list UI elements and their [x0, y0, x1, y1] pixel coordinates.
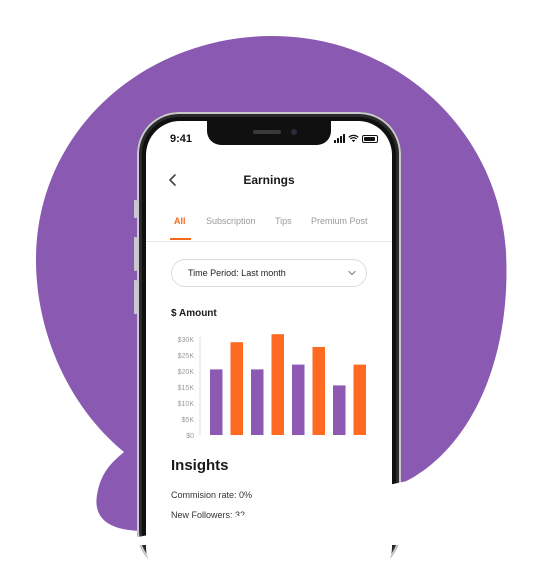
y-tick-label: $15K	[178, 385, 195, 392]
status-icons	[334, 133, 378, 143]
page-title: Earnings	[243, 173, 295, 187]
y-tick-label: $0	[186, 433, 194, 440]
y-tick-label: $20K	[178, 369, 195, 376]
chart-bar	[292, 364, 305, 435]
chart-bar	[271, 334, 284, 435]
chevron-down-icon	[348, 270, 356, 276]
results-text-partial: Resu	[171, 530, 193, 540]
battery-icon	[362, 135, 378, 143]
notch	[207, 121, 331, 145]
tab-all[interactable]: All	[174, 216, 186, 226]
y-tick-label: $30K	[178, 337, 195, 344]
chart-bar	[312, 347, 325, 435]
app-screen: 9:41 Earnings All Subscription Tips Prem…	[146, 121, 392, 581]
tab-subscription[interactable]: Subscription	[206, 216, 256, 226]
signal-icon	[334, 134, 345, 143]
mute-switch	[134, 200, 137, 218]
chart-bar	[210, 369, 223, 435]
chart-bar	[353, 364, 366, 435]
chart-bar	[230, 342, 243, 435]
time-period-label: Time Period: Last month	[188, 268, 286, 278]
y-tick-label: $10K	[178, 401, 195, 408]
active-tab-indicator	[170, 238, 191, 240]
chart-bar	[333, 385, 346, 435]
earnings-bar-chart: $30K $25K $20K $15K $10K $5K $0	[178, 334, 366, 440]
camera	[291, 129, 297, 135]
volume-down-button	[134, 280, 137, 314]
y-tick-label: $25K	[178, 353, 195, 360]
y-tick-label: $5K	[182, 417, 195, 424]
chart-bar	[251, 369, 264, 435]
insights-heading: Insights	[171, 457, 229, 474]
tab-premium-post[interactable]: Premium Post	[311, 216, 368, 226]
tab-bar: All Subscription Tips Premium Post	[146, 209, 392, 242]
chart-title: $ Amount	[171, 308, 217, 319]
phone-mockup: 9:41 Earnings All Subscription Tips Prem…	[134, 112, 401, 581]
tab-tips[interactable]: Tips	[275, 216, 292, 226]
speaker	[253, 130, 281, 134]
new-followers-text: New Followers: 32	[171, 510, 246, 520]
volume-up-button	[134, 237, 137, 271]
time-period-dropdown[interactable]: Time Period: Last month	[171, 259, 367, 287]
wifi-icon	[348, 134, 359, 143]
status-time: 9:41	[170, 133, 193, 145]
commission-rate-text: Commision rate: 0%	[171, 490, 253, 500]
